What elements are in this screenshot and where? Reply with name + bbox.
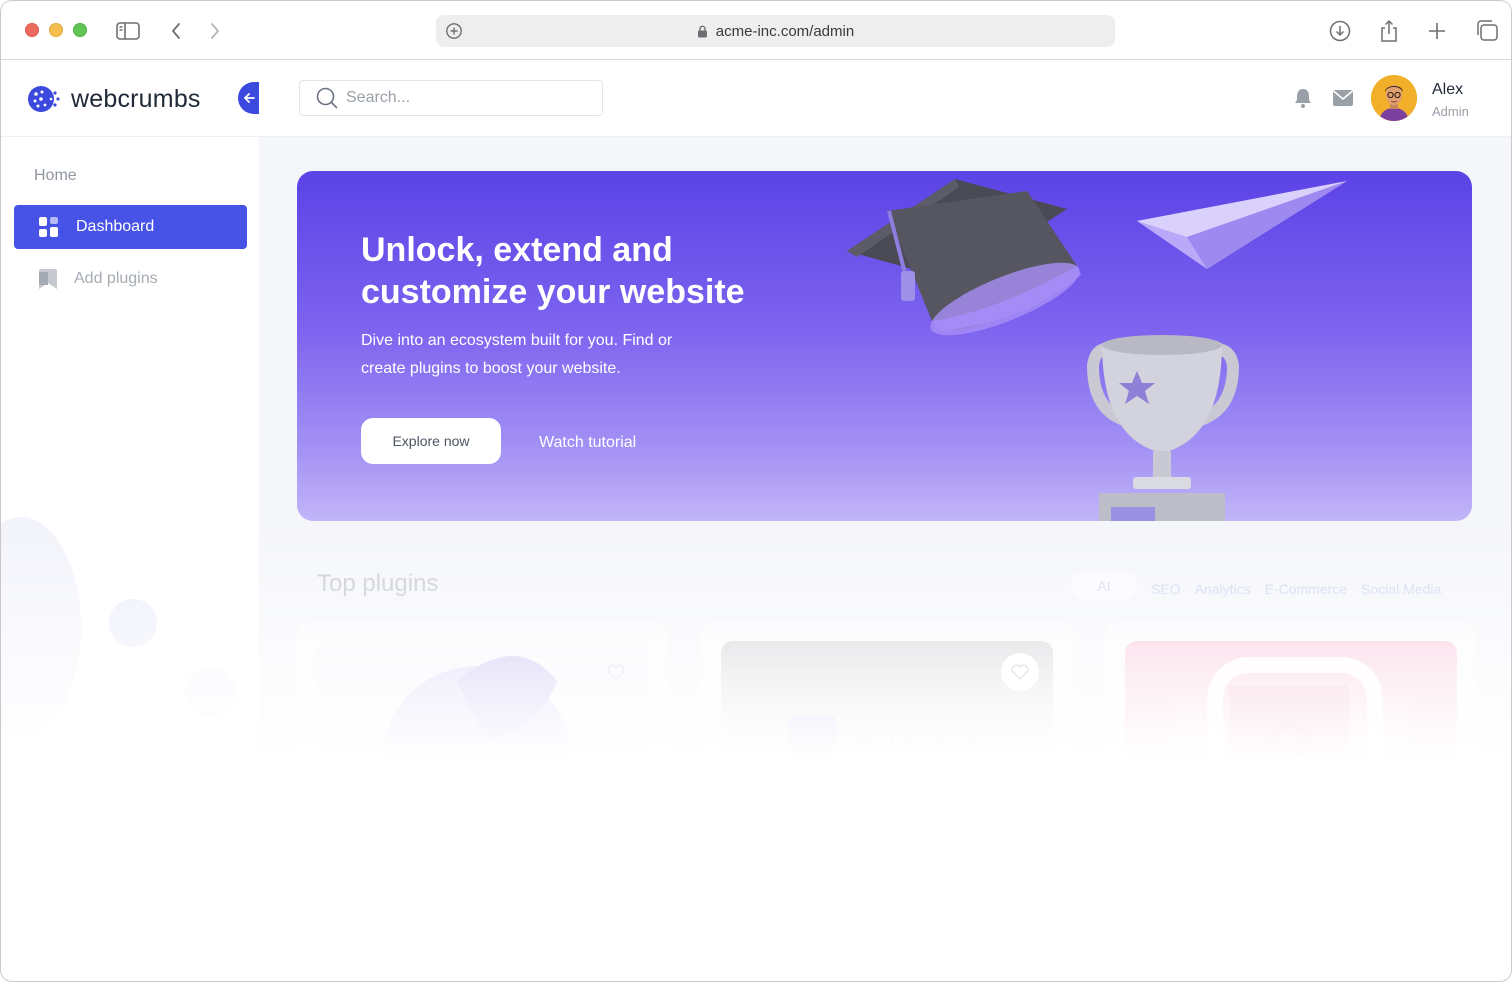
arrow-left-icon [243, 93, 255, 103]
sidebar-item-label: Dashboard [76, 218, 155, 235]
decorative-shape [185, 667, 235, 717]
bookmark-icon [39, 269, 57, 289]
filter-tab-ecommerce[interactable]: E-Commerce [1265, 581, 1347, 597]
decorative-shape [1, 517, 81, 737]
top-plugins-heading: Top plugins [317, 570, 439, 597]
close-window-button[interactable] [25, 23, 39, 37]
grid-icon [39, 217, 58, 237]
sidebar-section-home: Home [34, 167, 77, 184]
empty-area [1, 757, 1511, 981]
cookie-logo-icon [28, 86, 60, 112]
url-text: acme-inc.com/admin [715, 22, 855, 40]
paper-plane-icon [1137, 181, 1347, 269]
favorite-heart-icon[interactable] [1001, 653, 1039, 691]
brand-name: webcrumbs [71, 84, 201, 113]
plugin-filter-tabs: AI SEO Analytics E-Commerce Social Media [1071, 571, 1455, 601]
explore-now-button[interactable]: Explore now [361, 418, 501, 464]
plugin-card-image [1125, 641, 1457, 757]
plugin-card-image: Writesonic [721, 641, 1053, 757]
tab-overview-icon[interactable] [1473, 17, 1501, 45]
sidebar: Home Dashboard Add plugins [1, 137, 259, 757]
filter-tab-seo[interactable]: SEO [1151, 581, 1181, 597]
filter-tab-analytics[interactable]: Analytics [1195, 581, 1251, 597]
hero-title: Unlock, extend and customize your websit… [361, 231, 745, 311]
trophy-icon [1086, 335, 1240, 521]
browser-window: acme-inc.com/admin webcrumbs Search... A… [0, 0, 1512, 982]
main-content: Unlock, extend and customize your websit… [259, 137, 1511, 757]
search-icon [316, 87, 338, 109]
address-bar[interactable]: acme-inc.com/admin [436, 15, 1115, 47]
user-name[interactable]: Alex [1432, 81, 1463, 99]
graduation-cap-icon [847, 179, 1081, 336]
filter-tab-social-media[interactable]: Social Media [1361, 581, 1441, 597]
sidebar-item-dashboard[interactable]: Dashboard [14, 205, 247, 249]
download-icon[interactable] [1326, 17, 1354, 45]
lock-icon [697, 25, 708, 38]
user-avatar[interactable] [1371, 75, 1417, 121]
plugin-card[interactable]: Writesonic [701, 621, 1073, 757]
sidebar-item-add-plugins[interactable]: Add plugins [14, 257, 247, 301]
plugin-cards: Writesonic [297, 621, 1477, 757]
maximize-window-button[interactable] [73, 23, 87, 37]
search-input[interactable]: Search... [299, 80, 603, 116]
plugin-card-image [317, 641, 649, 757]
user-role: Admin [1432, 104, 1469, 119]
sidebar-toggle-icon[interactable] [114, 17, 142, 45]
favorite-heart-icon[interactable] [597, 653, 635, 691]
forward-icon[interactable] [201, 17, 229, 45]
writesonic-logo-icon [789, 715, 837, 755]
notification-bell-icon[interactable] [1293, 87, 1313, 114]
mail-icon[interactable] [1332, 89, 1354, 112]
new-tab-icon[interactable] [1423, 17, 1451, 45]
hero-illustration [847, 179, 1347, 521]
watch-tutorial-link[interactable]: Watch tutorial [539, 434, 636, 452]
plugin-card[interactable] [1105, 621, 1477, 757]
filter-tab-ai[interactable]: AI [1071, 571, 1137, 601]
decorative-shape [109, 599, 157, 647]
back-icon[interactable] [162, 17, 190, 45]
browser-toolbar: acme-inc.com/admin [1, 1, 1511, 60]
sidebar-item-label: Add plugins [74, 270, 158, 287]
minimize-window-button[interactable] [49, 23, 63, 37]
plugin-name: Writesonic [851, 723, 994, 754]
share-icon[interactable] [1375, 17, 1403, 45]
app-header: webcrumbs Search... Alex Admin [1, 61, 1511, 137]
hero-subtitle: Dive into an ecosystem built for you. Fi… [361, 332, 673, 377]
site-settings-icon[interactable] [445, 22, 463, 44]
plugin-card[interactable] [297, 621, 669, 757]
collapse-sidebar-button[interactable] [238, 82, 259, 114]
brand-logo[interactable]: webcrumbs [27, 83, 201, 115]
instagram-logo-icon [1125, 657, 1457, 757]
hero-banner: Unlock, extend and customize your websit… [297, 171, 1472, 521]
search-placeholder: Search... [346, 89, 411, 106]
